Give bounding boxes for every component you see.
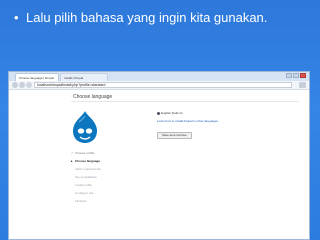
maximize-icon[interactable] xyxy=(293,73,299,78)
save-and-continue-button[interactable]: Save and continue xyxy=(157,132,192,139)
minimize-icon[interactable] xyxy=(286,73,292,78)
step-install-profile: Install profile xyxy=(75,183,92,187)
radio-selected-icon[interactable] xyxy=(157,111,160,115)
step-set-up-database: Set up database xyxy=(75,175,97,179)
title-divider xyxy=(71,101,299,102)
step-choose-profile: ✓Choose profile xyxy=(71,151,95,155)
step-finished: Finished xyxy=(75,199,87,203)
url-input[interactable]: localhost/drupal/install.php?profile=sta… xyxy=(34,82,292,88)
other-languages-link[interactable]: Learn how to install Drupal in other lan… xyxy=(157,119,297,123)
slide-bullet-text: • Lalu pilih bahasa yang ingin kita gunak… xyxy=(14,10,314,26)
page-title: Choose language xyxy=(73,94,113,100)
browser-screenshot: Choose language | Drupal Install | Drupa… xyxy=(8,71,310,240)
close-icon[interactable] xyxy=(300,73,306,78)
language-form: English (built-in) Learn how to install … xyxy=(157,111,297,141)
browser-tab-bar: Choose language | Drupal Install | Drupa… xyxy=(9,72,309,81)
reload-icon[interactable] xyxy=(26,82,32,88)
step-verify-requirements: Verify requirements xyxy=(75,167,101,171)
browser-tab-second[interactable]: Install | Drupal xyxy=(60,73,108,81)
language-option-label: English (built-in) xyxy=(161,111,183,115)
step-configure-site: Configure site xyxy=(75,191,94,195)
drupal-logo-icon xyxy=(73,111,97,143)
wrench-icon[interactable] xyxy=(299,82,306,88)
language-option[interactable]: English (built-in) xyxy=(157,111,297,115)
bullet-symbol: • xyxy=(14,10,19,25)
window-controls xyxy=(286,73,306,78)
browser-tab-active[interactable]: Choose language | Drupal xyxy=(15,73,59,81)
installer-page: Choose language ✓Choose profile ▸ Choose … xyxy=(9,90,309,239)
back-icon[interactable] xyxy=(12,82,18,88)
address-bar: localhost/drupal/install.php?profile=sta… xyxy=(9,81,309,90)
bullet-text: Lalu pilih bahasa yang ingin kita gunaka… xyxy=(26,10,268,25)
step-choose-language: ▸ Choose language xyxy=(71,159,101,163)
forward-icon[interactable] xyxy=(19,82,25,88)
installer-steps: ✓Choose profile ▸ Choose language Verify … xyxy=(71,152,121,208)
